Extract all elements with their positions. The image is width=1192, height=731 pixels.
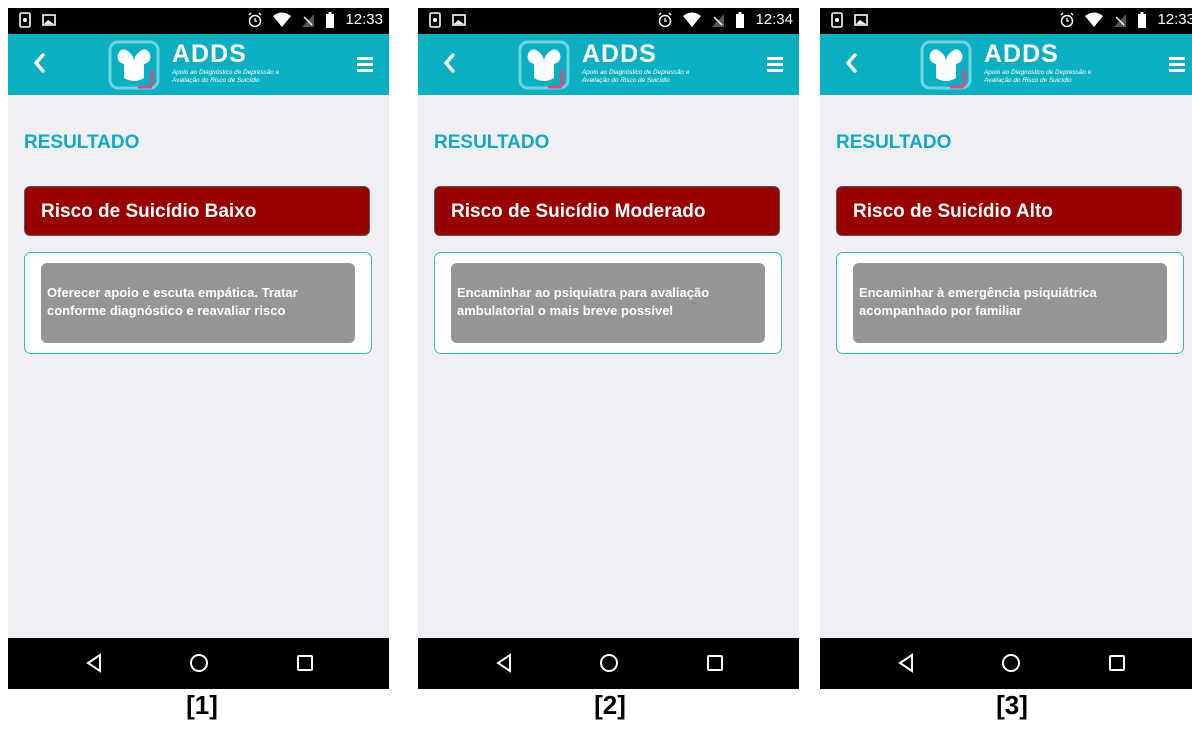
alarm-icon [1060,11,1074,27]
app-bar: ADDS Apoio ao Diagnóstico de Depressão e… [418,34,799,95]
battery-icon [736,11,745,28]
app-bar: ADDS Apoio ao Diagnóstico de Depressão e… [820,34,1192,95]
device-icon [19,12,31,28]
menu-icon-bar [357,63,373,66]
menu-icon-bar [1169,69,1185,72]
app-subtitle-line2: Avaliação do Risco de Suicídio [582,77,670,84]
recommendation-line1: Encaminhar à emergência psiquiátrica [859,285,1097,300]
device-icon [831,12,843,28]
no-signal-icon [712,13,725,27]
nav-home-icon[interactable] [1001,652,1021,674]
device-icon [429,12,441,28]
status-time: 12:34 [755,11,793,28]
app-title: ADDS [582,40,657,68]
phone-screen-1: 12:33 ADDS Apoio ao Diagnóstico de Depre… [8,8,389,689]
image-icon [854,14,868,26]
risk-level-button[interactable]: Risco de Suicídio Baixo [24,186,370,236]
alarm-icon [248,11,262,27]
phone-screen-3: 12:33 ADDS Apoio ao Diagnóstico de Depre… [820,8,1192,689]
battery-icon [1138,11,1147,28]
back-button[interactable] [844,52,866,76]
app-title: ADDS [172,40,247,68]
app-subtitle: Apoio ao Diagnóstico de Depressão e Aval… [582,69,689,85]
nav-back-icon[interactable] [494,652,514,674]
recommendation-line1: Oferecer apoio e escuta empática. Tratar [47,285,298,300]
alarm-icon [658,11,672,27]
navigation-bar [820,638,1192,689]
menu-button[interactable] [767,57,783,72]
app-subtitle-line1: Apoio ao Diagnóstico de Depressão e [984,69,1092,76]
section-title: RESULTADO [24,132,140,153]
status-time: 12:33 [1157,11,1192,28]
app-subtitle: Apoio ao Diagnóstico de Depressão e Aval… [984,69,1091,85]
nav-recents-icon[interactable] [705,652,725,674]
no-signal-icon [1114,13,1127,27]
no-signal-icon [302,13,315,27]
app-subtitle-line1: Apoio ao Diagnóstico de Depressão e [172,69,280,76]
battery-icon [326,11,335,28]
app-subtitle-line2: Avaliação do Risco de Suicídio [172,77,260,84]
section-title: RESULTADO [836,132,952,153]
menu-icon [357,57,373,60]
adds-logo: ADDS Apoio ao Diagnóstico de Depressão e… [108,40,308,92]
risk-level-button[interactable]: Risco de Suicídio Alto [836,186,1182,236]
adds-logo-mark [518,40,570,90]
adds-logo: ADDS Apoio ao Diagnóstico de Depressão e… [920,40,1120,92]
app-title: ADDS [984,40,1059,68]
menu-icon [1169,57,1185,60]
recommendation-card: Oferecer apoio e escuta empática. Tratar… [24,252,372,354]
section-title: RESULTADO [434,132,550,153]
back-button[interactable] [32,52,54,76]
status-time: 12:33 [345,11,383,28]
navigation-bar [8,638,389,689]
screen-caption: [2] [594,690,626,720]
adds-logo-mark [920,40,972,90]
menu-icon-bar [1169,63,1185,66]
nav-home-icon[interactable] [599,652,619,674]
back-icon [443,53,455,73]
nav-home-icon[interactable] [189,652,209,674]
menu-button[interactable] [1169,57,1185,72]
wifi-icon [273,12,292,27]
nav-recents-icon[interactable] [1107,652,1127,674]
app-subtitle-line2: Avaliação do Risco de Suicídio [984,77,1072,84]
nav-back-icon[interactable] [896,652,916,674]
menu-icon-bar [767,63,783,66]
status-bar: 12:34 [418,8,799,34]
adds-logo-mark [108,40,160,90]
app-subtitle: Apoio ao Diagnóstico de Depressão e Aval… [172,69,279,85]
recommendation-line2: acompanhado por familiar [859,303,1022,318]
screen-caption: [1] [186,690,218,720]
recommendation-text: Oferecer apoio e escuta empática. Tratar… [41,263,355,343]
menu-icon-bar [357,69,373,72]
recommendation-line1: Encaminhar ao psiquiatra para avaliação [457,285,710,300]
recommendation-line2: conforme diagnóstico e reavaliar risco [47,303,286,318]
menu-icon-bar [767,69,783,72]
back-icon [845,53,857,73]
menu-button[interactable] [357,57,373,72]
phone-screen-2: 12:34 ADDS Apoio ao Diagnóstico de Depre… [418,8,799,689]
navigation-bar [418,638,799,689]
back-icon [33,53,45,73]
adds-logo: ADDS Apoio ao Diagnóstico de Depressão e… [518,40,718,92]
recommendation-card: Encaminhar à emergência psiquiátrica aco… [836,252,1184,354]
nav-back-icon[interactable] [84,652,104,674]
recommendation-text: Encaminhar à emergência psiquiátrica aco… [853,263,1167,343]
menu-icon [767,57,783,60]
app-subtitle-line1: Apoio ao Diagnóstico de Depressão e [582,69,690,76]
wifi-icon [683,12,702,27]
screen-caption: [3] [996,690,1028,720]
recommendation-card: Encaminhar ao psiquiatra para avaliação … [434,252,782,354]
wifi-icon [1085,12,1104,27]
risk-level-button[interactable]: Risco de Suicídio Moderado [434,186,780,236]
back-button[interactable] [442,52,464,76]
image-icon [42,14,56,26]
image-icon [452,14,466,26]
app-bar: ADDS Apoio ao Diagnóstico de Depressão e… [8,34,389,95]
recommendation-line2: ambulatorial o mais breve possível [457,303,674,318]
recommendation-text: Encaminhar ao psiquiatra para avaliação … [451,263,765,343]
status-bar: 12:33 [8,8,389,34]
nav-recents-icon[interactable] [295,652,315,674]
status-bar: 12:33 [820,8,1192,34]
